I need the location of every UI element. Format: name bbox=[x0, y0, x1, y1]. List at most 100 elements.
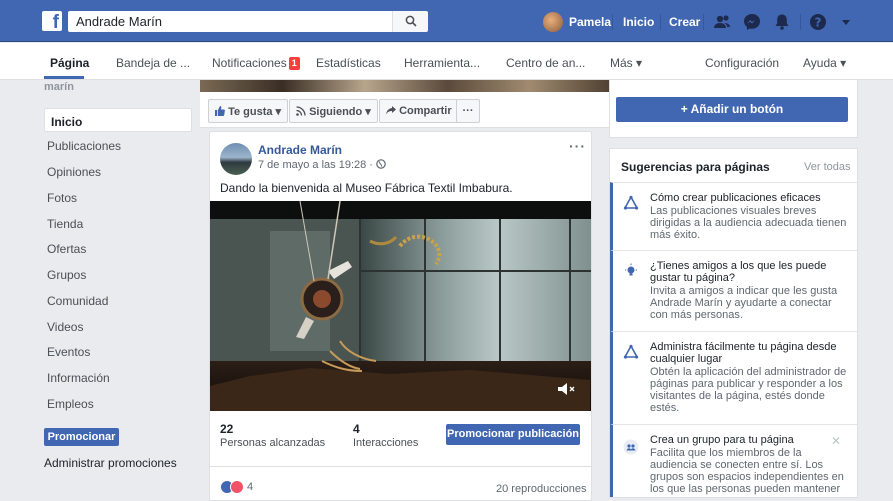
sidebar-item-photos[interactable]: Fotos bbox=[44, 185, 192, 209]
group-icon bbox=[623, 439, 639, 455]
page-tips-title: Sugerencias para páginas bbox=[621, 160, 770, 174]
tip-title: ¿Tienes amigos a los que les puede gusta… bbox=[650, 260, 827, 284]
sidebar-item-reviews[interactable]: Opiniones bbox=[44, 159, 192, 183]
share-label: Compartir bbox=[399, 105, 452, 117]
sidebar-item-videos[interactable]: Videos bbox=[44, 314, 192, 338]
tip-description: Invita a amigos a indicar que les gusta … bbox=[650, 285, 838, 321]
tab-more[interactable]: Más ▾ bbox=[610, 56, 642, 70]
post-card: Andrade Marín 7 de mayo a las 19:28 · ··… bbox=[209, 131, 592, 501]
tab-notifications-label: Notificaciones bbox=[212, 56, 287, 70]
top-bar: f Andrade Marín Pamela Inicio Crear ? bbox=[0, 0, 893, 42]
reach-count: 22 bbox=[220, 422, 234, 436]
page-username: marín bbox=[44, 81, 74, 93]
reactions-summary[interactable]: 4 bbox=[220, 480, 253, 494]
video-views: 20 reproducciones bbox=[496, 483, 587, 495]
post-text: Dando la bienvenida al Museo Fábrica Tex… bbox=[220, 181, 513, 195]
tip-description: Facilita que los miembros de la audienci… bbox=[650, 447, 844, 495]
manage-promotions-link[interactable]: Administrar promociones bbox=[44, 456, 177, 470]
tip-description: Obtén la aplicación del administrador de… bbox=[650, 366, 847, 414]
following-label: Siguiendo ▾ bbox=[309, 106, 371, 118]
add-button[interactable]: + Añadir un botón bbox=[616, 97, 848, 122]
svg-text:?: ? bbox=[815, 16, 822, 30]
post-author-avatar[interactable] bbox=[220, 143, 252, 175]
tab-insights[interactable]: Estadísticas bbox=[316, 56, 381, 70]
share-button[interactable]: Compartir bbox=[379, 99, 459, 123]
share-arrow-icon bbox=[386, 106, 396, 115]
thumbs-up-icon bbox=[215, 106, 225, 116]
interactions-count: 4 bbox=[353, 422, 360, 436]
more-actions-button[interactable]: ··· bbox=[456, 99, 480, 123]
facebook-logo-icon[interactable]: f bbox=[42, 11, 62, 31]
page-tips-panel: Sugerencias para páginas Ver todas Cómo … bbox=[609, 148, 858, 498]
tab-notifications[interactable]: Notificaciones 1 bbox=[212, 56, 300, 70]
following-button[interactable]: Siguiendo ▾ bbox=[289, 99, 378, 123]
page-action-bar: Te gusta ▾ Siguiendo ▾ Compartir ··· bbox=[200, 92, 612, 128]
reactions-count: 4 bbox=[247, 481, 254, 493]
sidebar-item-groups[interactable]: Grupos bbox=[44, 262, 192, 286]
sidebar-item-jobs[interactable]: Empleos bbox=[44, 391, 192, 415]
sidebar-item-posts[interactable]: Publicaciones bbox=[44, 133, 192, 157]
tab-help[interactable]: Ayuda ▾ bbox=[803, 56, 846, 70]
sidebar-item-community[interactable]: Comunidad bbox=[44, 288, 192, 312]
help-icon[interactable]: ? bbox=[808, 12, 828, 32]
divider bbox=[612, 14, 613, 30]
tip-title: Administra fácilmente tu página desde cu… bbox=[650, 341, 837, 365]
home-link[interactable]: Inicio bbox=[623, 15, 654, 29]
tab-settings[interactable]: Configuración bbox=[705, 56, 779, 70]
tip-item[interactable]: Crea un grupo para tu página ✕ Facilita … bbox=[610, 424, 857, 497]
tip-item[interactable]: Administra fácilmente tu página desde cu… bbox=[610, 331, 857, 424]
messenger-icon[interactable] bbox=[742, 12, 762, 32]
post-options-button[interactable]: ··· bbox=[569, 138, 586, 154]
search-icon bbox=[405, 15, 417, 27]
post-timestamp-text: 7 de mayo a las 19:28 · bbox=[258, 159, 373, 171]
cover-photo[interactable] bbox=[200, 80, 612, 92]
post-timestamp[interactable]: 7 de mayo a las 19:28 · bbox=[258, 159, 386, 171]
see-all-link[interactable]: Ver todas bbox=[804, 161, 850, 173]
like-button[interactable]: Te gusta ▾ bbox=[208, 99, 289, 123]
active-tab-indicator bbox=[44, 76, 84, 79]
friend-requests-icon[interactable] bbox=[712, 12, 732, 32]
close-icon[interactable]: ✕ bbox=[831, 434, 841, 448]
triangle-nodes-icon bbox=[623, 344, 639, 359]
tab-tools[interactable]: Herramienta... bbox=[404, 56, 480, 70]
triangle-nodes-icon bbox=[623, 195, 639, 210]
post-author-name[interactable]: Andrade Marín bbox=[258, 143, 342, 157]
reach-label: Personas alcanzadas bbox=[220, 437, 326, 449]
interactions-label: Interacciones bbox=[353, 437, 419, 449]
sidebar-item-shop[interactable]: Tienda bbox=[44, 211, 192, 235]
tab-page[interactable]: Página bbox=[50, 56, 89, 70]
sidebar-item-events[interactable]: Eventos bbox=[44, 339, 192, 363]
sidebar-item-home[interactable]: Inicio bbox=[44, 108, 192, 132]
tab-inbox[interactable]: Bandeja de ... bbox=[116, 56, 190, 70]
video-frame bbox=[210, 201, 591, 411]
sidebar-item-offers[interactable]: Ofertas bbox=[44, 236, 192, 260]
globe-icon bbox=[376, 159, 386, 169]
boost-post-button[interactable]: Promocionar publicación bbox=[446, 424, 580, 445]
tip-item[interactable]: Cómo crear publicaciones eficaces Las pu… bbox=[610, 182, 857, 250]
profile-name: Pamela bbox=[569, 15, 612, 29]
notifications-bell-icon[interactable] bbox=[772, 12, 792, 32]
sidebar-item-about[interactable]: Información bbox=[44, 365, 192, 389]
divider bbox=[800, 14, 801, 30]
post-video[interactable] bbox=[210, 201, 591, 411]
tip-title: Crea un grupo para tu página bbox=[650, 434, 794, 446]
love-reaction-icon bbox=[230, 480, 244, 494]
search-button[interactable] bbox=[392, 11, 428, 32]
divider bbox=[703, 14, 704, 30]
chevron-down-icon[interactable] bbox=[836, 12, 856, 32]
page-nav: Página Bandeja de ... Notificaciones 1 Es… bbox=[0, 43, 893, 80]
like-label: Te gusta ▾ bbox=[228, 106, 282, 118]
post-stats: 22 Personas alcanzadas 4 Interacciones P… bbox=[210, 412, 591, 467]
tip-description: Las publicaciones visuales breves dirigi… bbox=[650, 205, 847, 241]
create-link[interactable]: Crear bbox=[669, 15, 700, 29]
lightbulb-icon bbox=[625, 263, 637, 276]
promote-button[interactable]: Promocionar bbox=[44, 428, 119, 446]
avatar bbox=[543, 12, 563, 32]
profile-link[interactable]: Pamela bbox=[543, 12, 611, 32]
tab-ads-center[interactable]: Centro de an... bbox=[506, 56, 585, 70]
rss-icon bbox=[296, 106, 306, 116]
search-input[interactable]: Andrade Marín bbox=[68, 11, 392, 32]
tip-item[interactable]: ¿Tienes amigos a los que les puede gusta… bbox=[610, 250, 857, 331]
divider bbox=[660, 14, 661, 30]
notification-badge: 1 bbox=[288, 57, 300, 70]
